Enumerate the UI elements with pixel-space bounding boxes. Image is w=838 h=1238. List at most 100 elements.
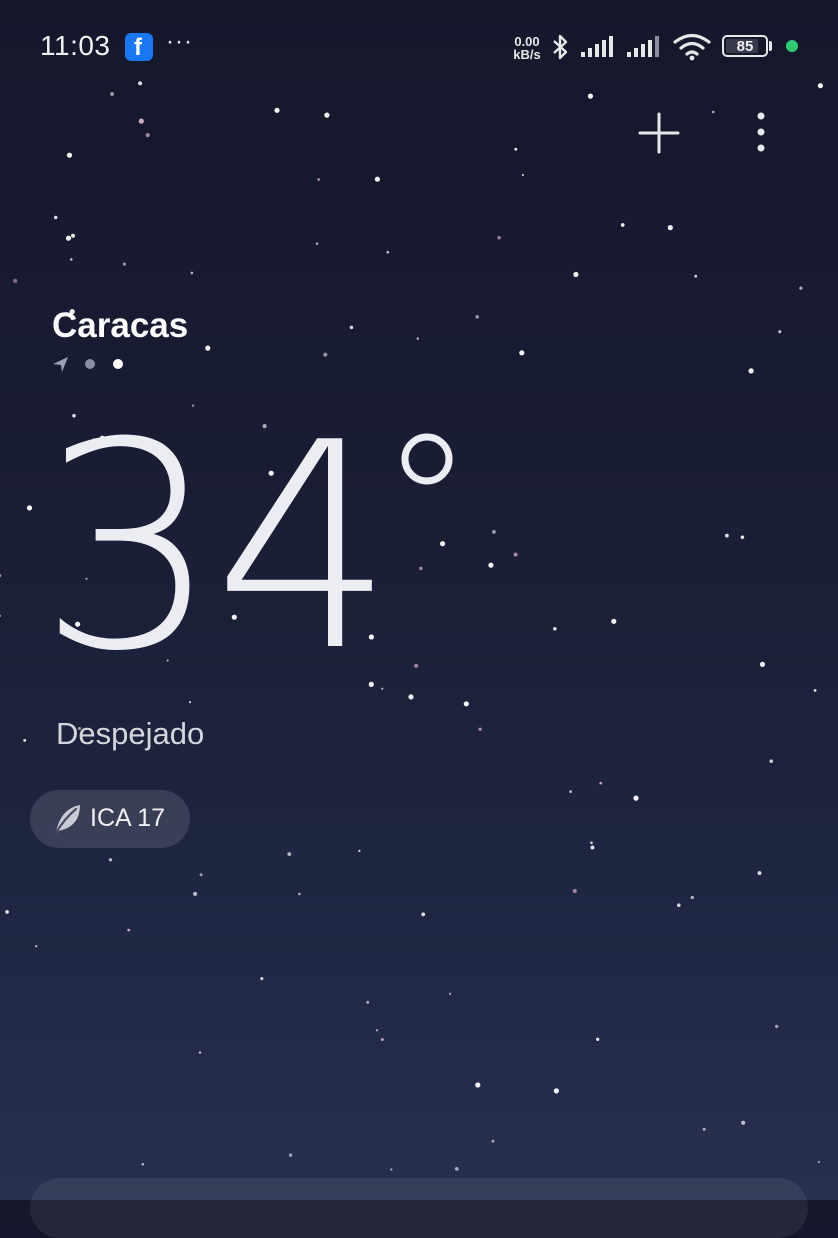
star bbox=[65, 235, 72, 241]
star bbox=[759, 661, 766, 668]
star bbox=[633, 795, 639, 801]
star bbox=[492, 530, 496, 534]
battery-tip bbox=[769, 41, 772, 51]
star bbox=[569, 790, 572, 793]
star bbox=[572, 888, 577, 894]
current-temperature: 34 bbox=[38, 382, 395, 714]
star bbox=[138, 118, 144, 124]
star bbox=[274, 107, 280, 113]
star bbox=[475, 1082, 481, 1088]
star bbox=[122, 262, 126, 266]
star bbox=[421, 912, 426, 917]
star bbox=[374, 176, 380, 182]
star bbox=[694, 274, 698, 278]
add-city-button[interactable] bbox=[636, 110, 682, 156]
star bbox=[463, 701, 469, 707]
status-bar: 11:03 f ··· 0.00 kB/s 85 bbox=[0, 0, 838, 96]
degree-symbol bbox=[401, 433, 453, 485]
network-speed: 0.00 kB/s bbox=[509, 35, 545, 61]
air-quality-badge[interactable]: ICA 17 bbox=[30, 790, 190, 848]
star bbox=[690, 895, 694, 900]
star bbox=[513, 552, 518, 557]
star bbox=[13, 278, 18, 283]
star bbox=[414, 663, 419, 668]
star bbox=[366, 1000, 370, 1004]
star bbox=[380, 1037, 384, 1042]
location-arrow-icon bbox=[53, 357, 68, 372]
star bbox=[799, 286, 803, 290]
star bbox=[667, 225, 673, 231]
star bbox=[317, 178, 320, 181]
star bbox=[573, 271, 579, 278]
star bbox=[497, 235, 501, 240]
battery-level: 85 bbox=[736, 38, 754, 55]
star bbox=[478, 727, 482, 731]
star bbox=[199, 873, 203, 877]
star bbox=[740, 535, 745, 540]
star bbox=[817, 1160, 820, 1164]
star bbox=[775, 1024, 779, 1029]
city-name: Caracas bbox=[52, 306, 189, 345]
air-quality-label: ICA 17 bbox=[90, 804, 166, 832]
star bbox=[599, 781, 603, 785]
star bbox=[315, 242, 319, 245]
star bbox=[620, 223, 625, 227]
star bbox=[454, 1166, 459, 1171]
star bbox=[769, 759, 773, 763]
page-dot bbox=[85, 359, 95, 369]
forecast-card[interactable] bbox=[30, 1178, 808, 1238]
more-notifications-icon: ··· bbox=[166, 28, 193, 55]
star bbox=[778, 330, 782, 334]
star bbox=[0, 574, 2, 577]
star bbox=[521, 173, 525, 177]
star bbox=[448, 992, 452, 995]
star bbox=[553, 626, 557, 631]
battery-icon: 85 bbox=[722, 35, 768, 57]
star bbox=[141, 1162, 145, 1166]
star bbox=[611, 618, 617, 624]
star bbox=[358, 849, 361, 852]
star bbox=[553, 1088, 560, 1094]
wifi-icon bbox=[673, 33, 711, 61]
star bbox=[198, 1051, 202, 1054]
star bbox=[488, 562, 494, 568]
star bbox=[323, 352, 328, 357]
star bbox=[748, 368, 754, 374]
status-time: 11:03 bbox=[40, 30, 111, 61]
star bbox=[491, 1139, 495, 1143]
star bbox=[519, 350, 525, 356]
star bbox=[590, 841, 593, 845]
signal-strength-icon-sim2 bbox=[627, 36, 659, 57]
network-speed-unit: kB/s bbox=[513, 47, 541, 62]
more-options-button[interactable] bbox=[744, 110, 778, 156]
star bbox=[324, 112, 330, 118]
star bbox=[390, 1168, 393, 1171]
signal-strength-icon bbox=[581, 36, 613, 57]
star bbox=[127, 928, 131, 932]
facebook-icon: f bbox=[125, 33, 153, 61]
star bbox=[287, 852, 292, 856]
star bbox=[205, 345, 211, 351]
star bbox=[288, 1153, 293, 1157]
star bbox=[514, 147, 518, 151]
star bbox=[70, 258, 73, 261]
star bbox=[260, 977, 264, 981]
star bbox=[0, 614, 2, 617]
star bbox=[35, 945, 38, 948]
star bbox=[23, 738, 27, 742]
page-indicator[interactable] bbox=[52, 354, 132, 374]
star bbox=[676, 903, 681, 908]
star bbox=[66, 152, 73, 158]
star bbox=[440, 541, 446, 547]
star bbox=[53, 215, 58, 220]
star bbox=[408, 694, 414, 700]
star bbox=[813, 688, 817, 692]
star bbox=[26, 505, 33, 511]
star bbox=[419, 566, 423, 571]
page-dot-active bbox=[113, 359, 123, 369]
star bbox=[190, 271, 194, 275]
star bbox=[70, 233, 76, 238]
star bbox=[595, 1037, 600, 1042]
star bbox=[702, 1127, 706, 1131]
star bbox=[741, 1120, 746, 1125]
